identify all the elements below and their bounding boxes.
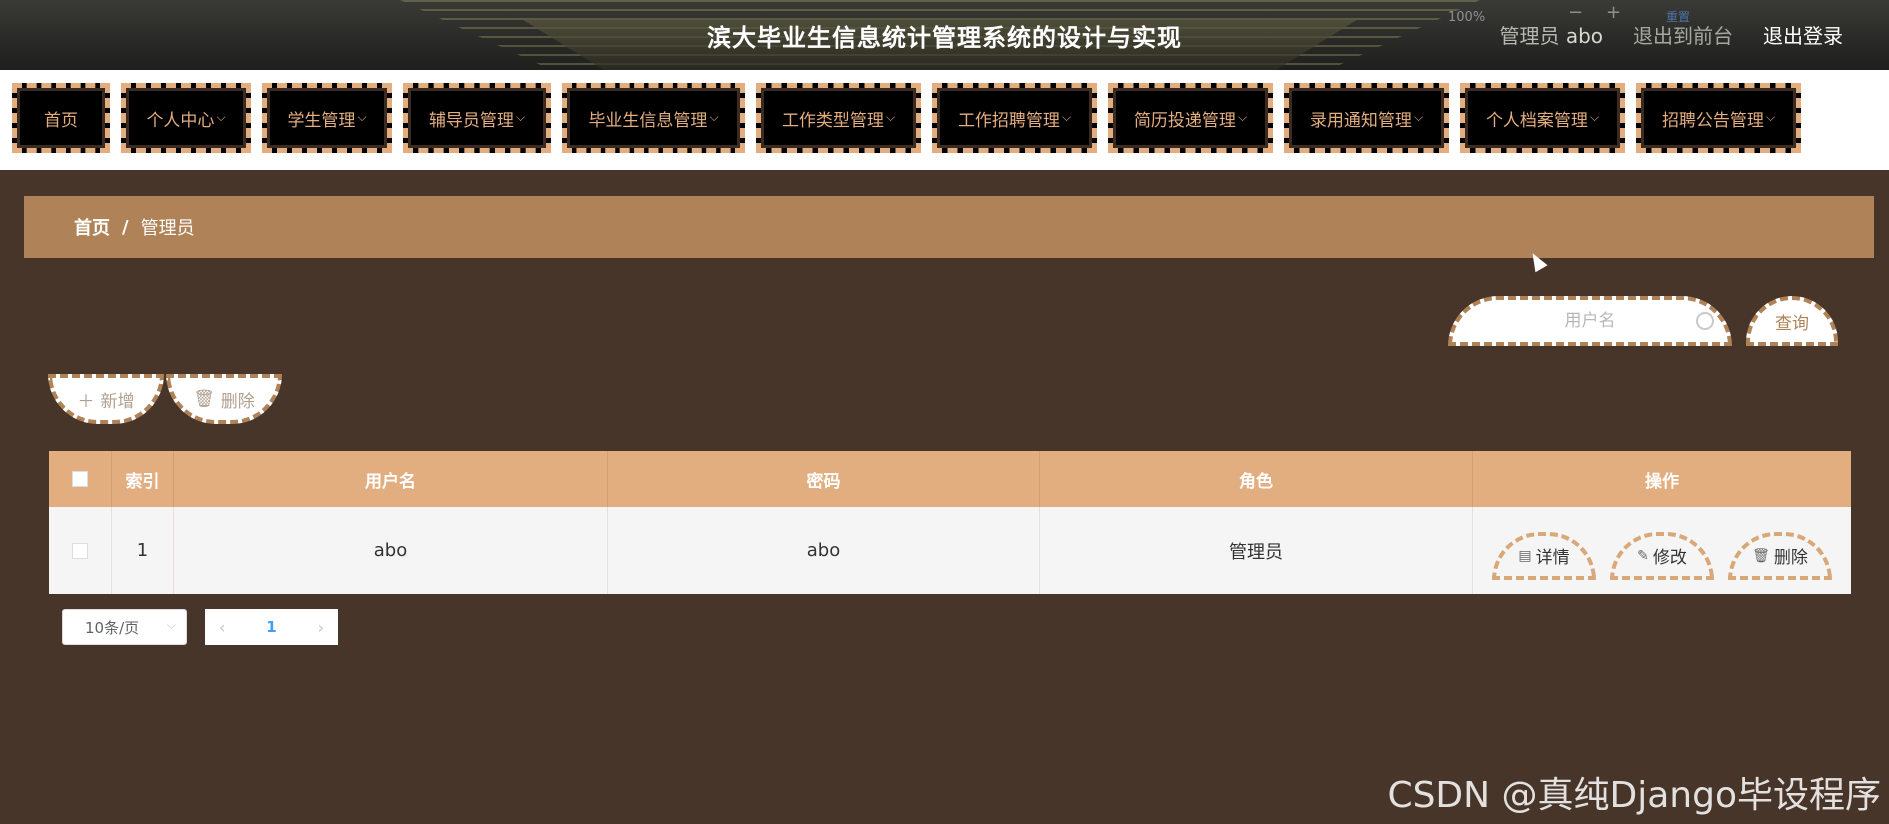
nav-item-label: 工作招聘管理 (957, 110, 1060, 131)
user-info: 管理员 abo 退出到前台 退出登录 (1499, 20, 1843, 49)
delete-button[interactable]: 🗑 删除 (1728, 531, 1832, 580)
pager: ‹ 1 › (205, 609, 338, 645)
logout-link[interactable]: 退出登录 (1763, 20, 1843, 49)
nav-item-profile-mgmt[interactable]: 个人档案管理 ⌵ (1460, 83, 1625, 153)
breadcrumb: 首页 / 管理员 (24, 196, 1874, 258)
username-search-input[interactable] (1498, 310, 1682, 332)
main-nav: 首页 个人中心 ⌵ 学生管理 ⌵ 辅导员管理 ⌵ 毕业生信息管理 ⌵ 工作类型管理 ⌵ 工… (0, 70, 1889, 170)
column-header-role[interactable]: 角色 (1040, 451, 1473, 507)
chevron-down-icon: ⌵ (166, 618, 176, 632)
chevron-down-icon: ⌵ (1589, 109, 1600, 124)
nav-item-label: 录用通知管理 (1309, 110, 1412, 131)
select-all-checkbox[interactable] (72, 471, 88, 487)
chevron-down-icon: ⌵ (885, 109, 896, 124)
column-header-actions: 操作 (1645, 471, 1679, 492)
edit-icon: ✎ (1637, 547, 1649, 564)
batch-delete-button[interactable]: 🗑 删除 (166, 374, 282, 424)
chevron-down-icon: ⌵ (515, 109, 526, 124)
cell-password: abo (608, 507, 1040, 594)
nav-item-label: 招聘公告管理 (1661, 110, 1764, 131)
username: abo (1565, 24, 1603, 48)
nav-item-graduate-info-mgmt[interactable]: 毕业生信息管理 ⌵ (562, 83, 745, 153)
page-size-select[interactable]: 10条/页 ⌵ (62, 609, 187, 645)
row-checkbox[interactable] (72, 542, 88, 559)
plus-icon: ＋ (77, 391, 95, 412)
cell-actions: ▤ 详情 ✎ 修改 🗑 删除 (1473, 507, 1851, 594)
nav-item-label: 辅导员管理 (428, 110, 514, 131)
add-button-label: 新增 (100, 391, 135, 412)
nav-item-label: 毕业生信息管理 (588, 110, 708, 131)
chevron-down-icon: ⌵ (1413, 109, 1424, 124)
nav-item-label: 个人档案管理 (1485, 110, 1588, 131)
delete-label: 删除 (1773, 548, 1808, 568)
nav-item-label: 工作类型管理 (781, 110, 884, 131)
nav-item-job-recruit-mgmt[interactable]: 工作招聘管理 ⌵ (932, 83, 1097, 153)
edit-button[interactable]: ✎ 修改 (1610, 531, 1714, 580)
admin-table: 索引 用户名 密码 角色 操作 1 abo abo 管理员 ▤ 详情 ✎ 修改 (49, 451, 1851, 594)
page-number-current[interactable]: 1 (266, 618, 276, 636)
nav-item-label: 首页 (44, 110, 78, 131)
column-header-index[interactable]: 索引 (112, 451, 174, 507)
nav-item-job-type-mgmt[interactable]: 工作类型管理 ⌵ (756, 83, 921, 153)
row-select (49, 507, 112, 594)
chevron-down-icon: ⌵ (709, 109, 719, 124)
nav-item-announcement-mgmt[interactable]: 招聘公告管理 ⌵ (1636, 83, 1801, 153)
nav-item-counselor-mgmt[interactable]: 辅导员管理 ⌵ (403, 83, 551, 153)
top-header: 滨大毕业生信息统计管理系统的设计与实现 100% − + 重置 管理员 abo … (0, 0, 1889, 70)
detail-button[interactable]: ▤ 详情 (1492, 531, 1596, 580)
add-button[interactable]: ＋ 新增 (48, 374, 164, 424)
search-box (1448, 296, 1732, 346)
trash-icon: 🗑 (1752, 547, 1770, 564)
delete-button-label: 删除 (220, 391, 255, 412)
nav-item-student-mgmt[interactable]: 学生管理 ⌵ (262, 83, 392, 153)
trash-icon: 🗑 (193, 389, 215, 409)
nav-item-label: 学生管理 (287, 110, 356, 131)
nav-item-resume-mgmt[interactable]: 简历投递管理 ⌵ (1108, 83, 1273, 153)
nav-item-personal-center[interactable]: 个人中心 ⌵ (121, 83, 251, 153)
document-icon: ▤ (1518, 547, 1532, 564)
chevron-down-icon: ⌵ (1061, 109, 1072, 124)
breadcrumb-home[interactable]: 首页 (74, 214, 110, 240)
search-icon (1696, 312, 1714, 330)
table-row: 1 abo abo 管理员 ▤ 详情 ✎ 修改 🗑 删除 (49, 507, 1851, 594)
breadcrumb-separator: / (122, 216, 129, 238)
edit-label: 修改 (1652, 548, 1687, 568)
cell-index: 1 (112, 507, 174, 594)
header-select-all (49, 451, 112, 507)
next-page-button[interactable]: › (318, 618, 324, 637)
exit-to-front-link[interactable]: 退出到前台 (1633, 20, 1733, 49)
role-label: 管理员 (1499, 24, 1560, 48)
column-header-username[interactable]: 用户名 (174, 451, 608, 507)
prev-page-button[interactable]: ‹ (219, 618, 225, 637)
nav-item-home[interactable]: 首页 (12, 83, 110, 153)
chevron-down-icon: ⌵ (357, 109, 367, 124)
nav-item-label: 简历投递管理 (1133, 110, 1236, 131)
detail-label: 详情 (1535, 548, 1570, 568)
column-header-password[interactable]: 密码 (608, 451, 1040, 507)
zoom-level: 100% (1448, 10, 1486, 25)
cell-username: abo (174, 507, 608, 594)
chevron-down-icon: ⌵ (216, 109, 226, 124)
nav-item-offer-notice-mgmt[interactable]: 录用通知管理 ⌵ (1284, 83, 1449, 153)
breadcrumb-current: 管理员 (140, 218, 195, 239)
csdn-watermark: CSDN @真纯Django毕设程序 (1387, 775, 1881, 816)
chevron-down-icon: ⌵ (1765, 109, 1776, 124)
query-button[interactable]: 查询 (1746, 296, 1838, 346)
page-size-value: 10条/页 (85, 618, 140, 637)
chevron-down-icon: ⌵ (1237, 109, 1248, 124)
nav-item-label: 个人中心 (146, 110, 215, 131)
table-header: 索引 用户名 密码 角色 操作 (49, 451, 1851, 507)
cell-role: 管理员 (1040, 507, 1473, 594)
user-role: 管理员 abo (1499, 20, 1603, 49)
